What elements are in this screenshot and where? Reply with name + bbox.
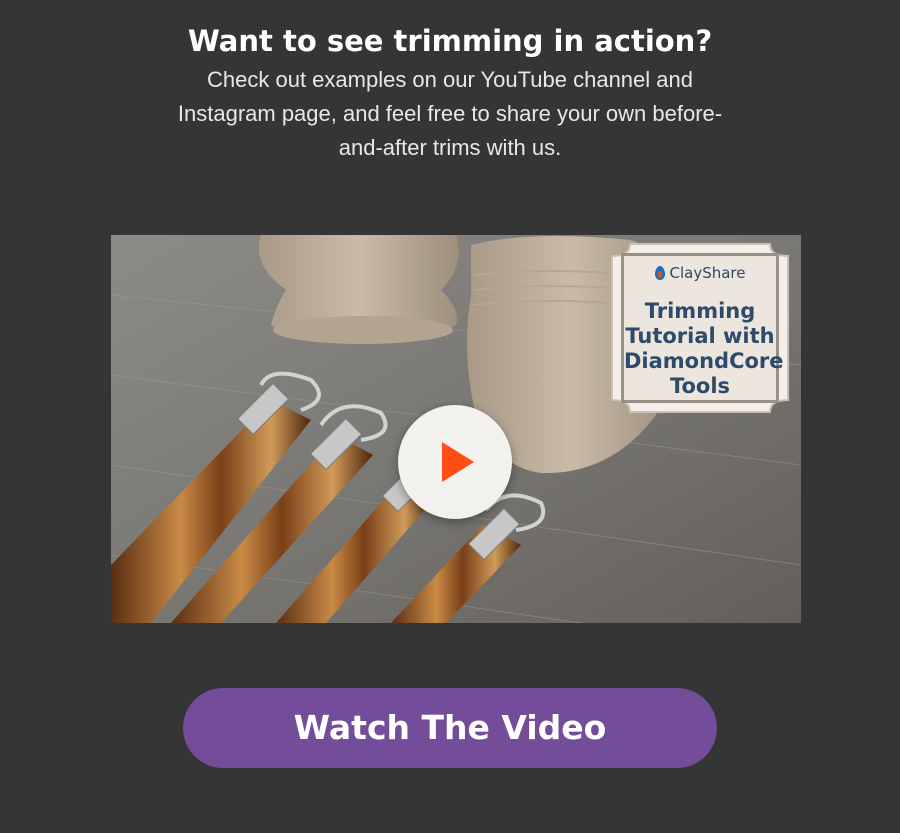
brand-logo: ClayShare (624, 264, 776, 282)
section-description: Check out examples on our YouTube channe… (150, 63, 750, 165)
badge-title: Trimming Tutorial with DiamondCore Tools (624, 299, 784, 399)
badge-title-line: Trimming (644, 299, 756, 323)
watch-video-button[interactable]: Watch The Video (183, 688, 717, 768)
play-icon (442, 442, 474, 482)
clayshare-logo-icon (654, 266, 665, 280)
badge-title-line: Tutorial with (625, 324, 775, 348)
badge-panel: ClayShare Trimming Tutorial with Diamond… (621, 253, 784, 403)
video-thumbnail[interactable]: ClayShare Trimming Tutorial with Diamond… (111, 235, 801, 623)
description-line: and-after trims with us. (338, 135, 562, 160)
description-line: Instagram page, and feel free to share y… (177, 101, 723, 126)
section-title: Want to see trimming in action? (187, 24, 713, 58)
promo-section: Want to see trimming in action? Check ou… (0, 0, 900, 833)
description-line: Check out examples on our YouTube channe… (207, 67, 693, 92)
brand-name: ClayShare (669, 264, 746, 282)
badge-title-line: Tools (669, 374, 731, 398)
badge-title-line: DiamondCore (624, 349, 784, 373)
tutorial-badge: ClayShare Trimming Tutorial with Diamond… (610, 242, 790, 414)
play-button[interactable] (398, 405, 512, 519)
